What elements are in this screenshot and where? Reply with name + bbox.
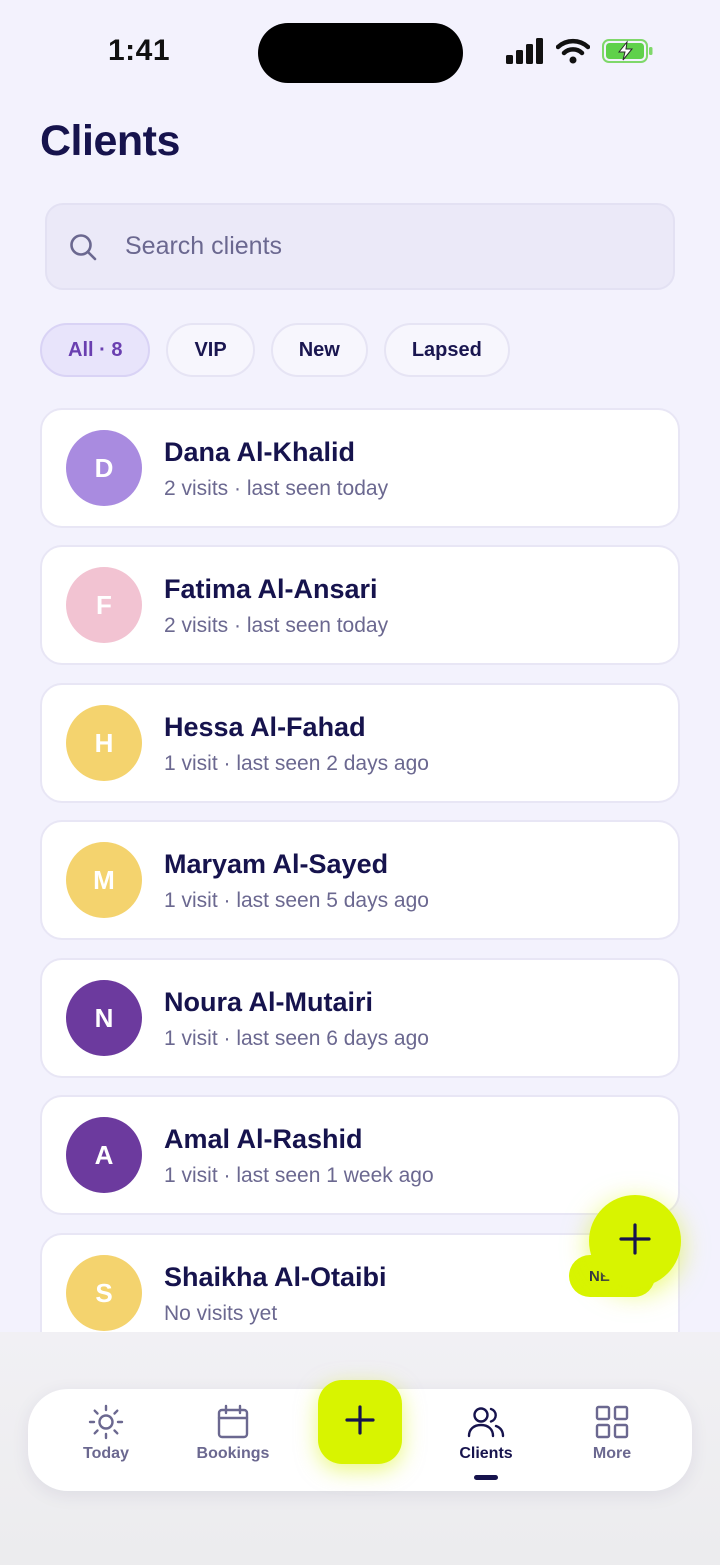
client-card[interactable]: F Fatima Al-Ansari 2 visits · last seen … — [40, 545, 680, 665]
client-name: Shaikha Al-Otaibi — [164, 1262, 387, 1292]
avatar: F — [66, 567, 142, 643]
tab-today[interactable]: Today — [46, 1389, 166, 1491]
plus-icon — [344, 1404, 376, 1441]
search-icon — [67, 231, 99, 263]
avatar: D — [66, 430, 142, 506]
client-name: Maryam Al-Sayed — [164, 849, 389, 879]
client-card[interactable]: A Amal Al-Rashid 1 visit · last seen 1 w… — [40, 1095, 680, 1215]
filter-chips: All · 8 VIP New Lapsed — [40, 323, 510, 377]
center-add-button[interactable] — [318, 1380, 402, 1464]
calendar-icon — [214, 1403, 252, 1441]
client-card[interactable]: M Maryam Al-Sayed 1 visit · last seen 5 … — [40, 820, 680, 940]
search-input[interactable] — [125, 232, 605, 261]
grid-icon — [593, 1403, 631, 1441]
add-client-fab[interactable] — [589, 1195, 681, 1287]
client-visit-summary: 1 visit · last seen 1 week ago — [164, 1164, 434, 1187]
client-visit-summary: 1 visit · last seen 2 days ago — [164, 752, 429, 775]
avatar: A — [66, 1117, 142, 1193]
client-name: Noura Al-Mutairi — [164, 987, 373, 1017]
tab-label: More — [592, 1445, 632, 1462]
tab-bookings[interactable]: Bookings — [173, 1389, 293, 1491]
plus-icon — [618, 1222, 652, 1261]
status-icons — [506, 38, 654, 69]
sun-icon — [87, 1403, 125, 1441]
wifi-icon — [555, 38, 591, 69]
client-visit-summary: 1 visit · last seen 5 days ago — [164, 889, 429, 912]
client-card[interactable]: H Hessa Al-Fahad 1 visit · last seen 2 d… — [40, 683, 680, 803]
active-tab-indicator — [474, 1475, 498, 1480]
client-visit-summary: 2 visits · last seen today — [164, 614, 389, 637]
tab-label: Clients — [459, 1445, 513, 1462]
client-card[interactable]: N Noura Al-Mutairi 1 visit · last seen 6… — [40, 958, 680, 1078]
client-visit-summary: No visits yet — [164, 1302, 278, 1325]
filter-chip-vip[interactable]: VIP — [166, 323, 255, 377]
client-name: Dana Al-Khalid — [164, 437, 356, 467]
tab-clients[interactable]: Clients — [426, 1389, 546, 1491]
tab-label: Today — [83, 1445, 129, 1462]
search-bar[interactable] — [45, 203, 675, 290]
users-icon — [467, 1403, 505, 1441]
tab-more[interactable]: More — [552, 1389, 672, 1491]
tab-label: Bookings — [196, 1445, 270, 1462]
client-card[interactable]: D Dana Al-Khalid 2 visits · last seen to… — [40, 408, 680, 528]
client-list: D Dana Al-Khalid 2 visits · last seen to… — [40, 408, 680, 1332]
avatar: N — [66, 980, 142, 1056]
status-bar: 1:41 — [0, 0, 720, 100]
filter-chip-lapsed[interactable]: Lapsed — [383, 323, 510, 377]
client-name: Hessa Al-Fahad — [164, 712, 366, 742]
cellular-signal-icon — [506, 38, 544, 69]
client-name: Fatima Al-Ansari — [164, 574, 378, 604]
client-visit-summary: 1 visit · last seen 6 days ago — [164, 1027, 429, 1050]
page-title: Clients — [40, 117, 180, 165]
client-name: Amal Al-Rashid — [164, 1124, 363, 1154]
status-time: 1:41 — [108, 34, 171, 67]
filter-chip-all[interactable]: All · 8 — [40, 323, 151, 377]
avatar: M — [66, 842, 142, 918]
avatar: S — [66, 1255, 142, 1331]
dynamic-island — [258, 23, 463, 83]
avatar: H — [66, 705, 142, 781]
battery-charging-icon — [602, 38, 654, 69]
filter-chip-new[interactable]: New — [270, 323, 368, 377]
client-visit-summary: 2 visits · last seen today — [164, 477, 389, 500]
